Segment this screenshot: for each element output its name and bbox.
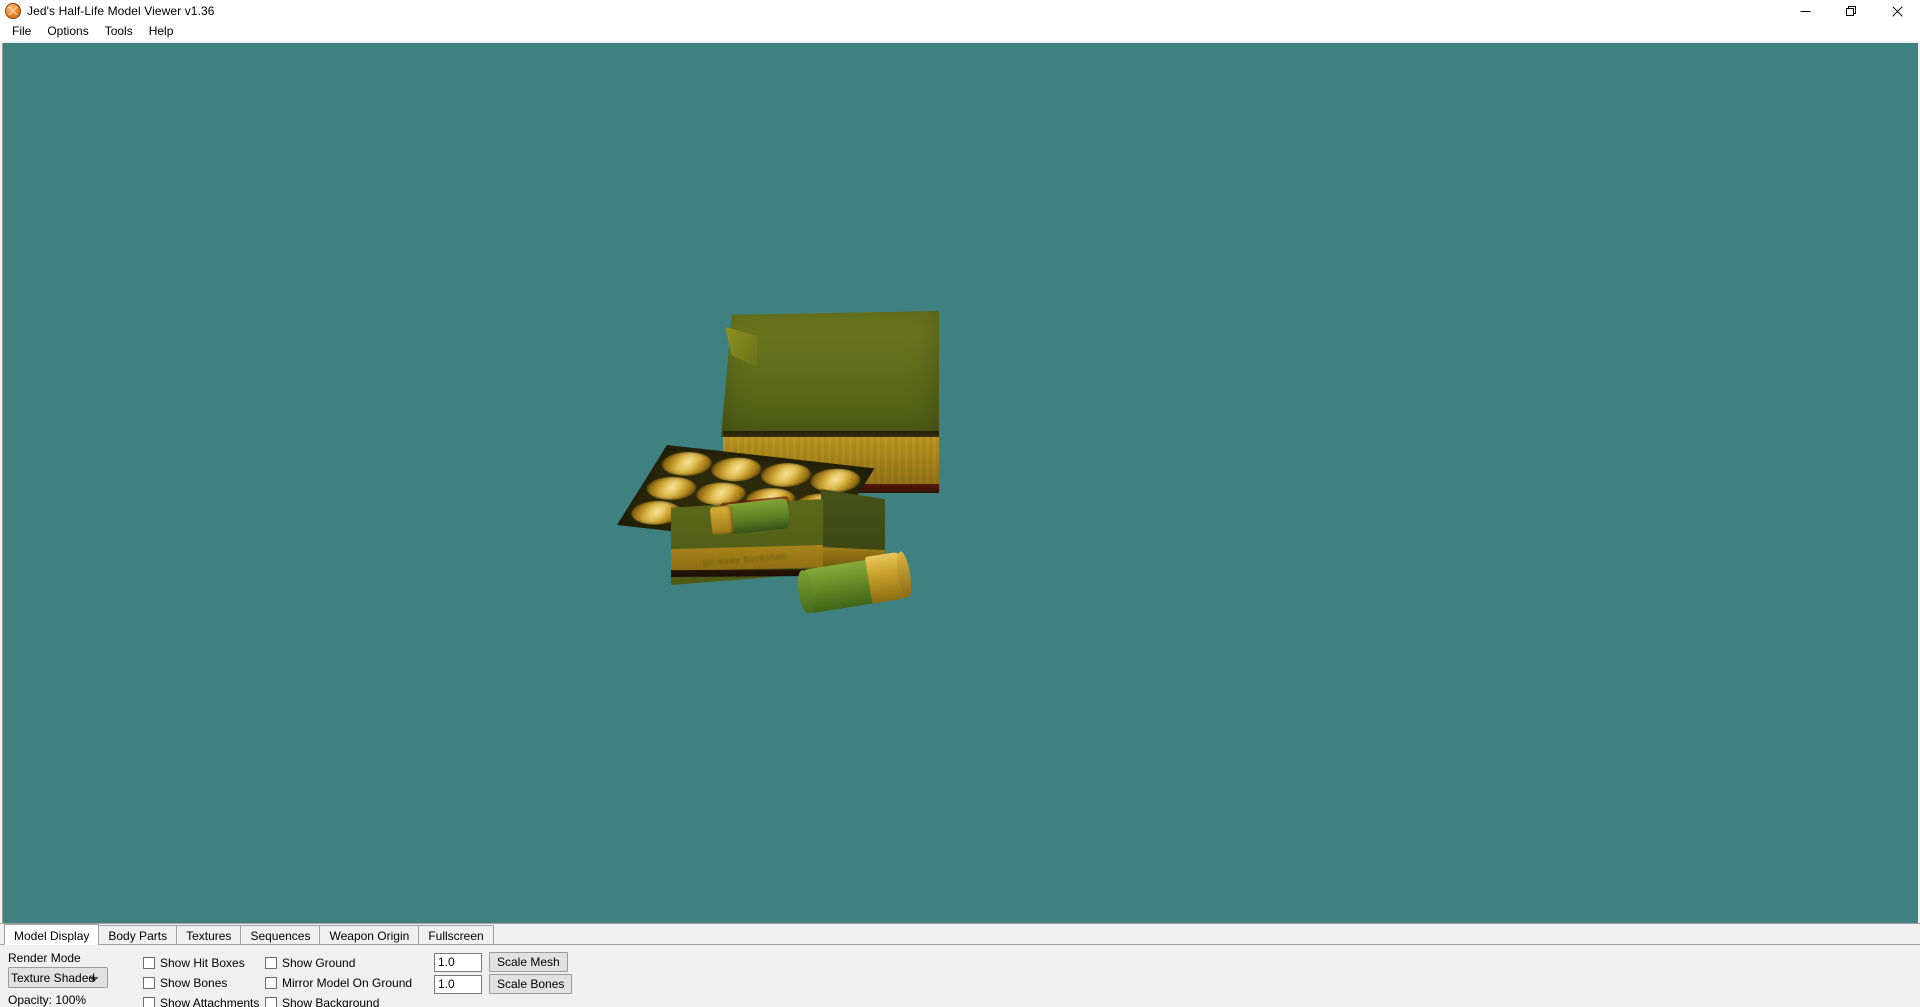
tab-fullscreen[interactable]: Fullscreen [418,925,494,945]
window-controls [1782,0,1920,22]
menu-item-options[interactable]: Options [39,22,96,41]
shell-cap [754,460,817,489]
scale-mesh-button[interactable]: Scale Mesh [489,952,568,972]
scale-mesh-row: Scale Mesh [434,952,572,972]
scale-bones-input[interactable] [434,974,482,994]
checkbox-mirror-model-on-ground[interactable] [265,977,277,989]
checkbox-row-show-bones[interactable]: Show Bones [143,973,259,993]
tab-body-parts[interactable]: Body Parts [98,925,178,945]
checkbox-show-ground[interactable] [265,957,277,969]
minimize-icon[interactable] [1782,0,1828,22]
maximize-restore-icon[interactable] [1828,0,1874,22]
app-icon [5,3,21,19]
tab-sequences[interactable]: Sequences [240,925,321,945]
viewport-container: go away buckshell [0,41,1920,923]
close-icon[interactable] [1874,0,1920,22]
label-mirror-model-on-ground: Mirror Model On Ground [282,976,413,990]
render-mode-group: Render Mode Texture Shaded Wireframe Fla… [8,951,116,1007]
scale-controls-group: Scale Mesh Scale Bones [434,952,573,996]
label-show-bones: Show Bones [160,976,228,990]
model-viewport[interactable]: go away buckshell [2,43,1918,923]
menu-item-tools[interactable]: Tools [97,22,141,41]
tab-textures[interactable]: Textures [176,925,242,945]
window-title: Jed's Half-Life Model Viewer v1.36 [27,4,215,18]
tab-strip: Model Display Body Parts Textures Sequen… [0,924,1920,945]
menu-item-file[interactable]: File [4,22,39,41]
checkbox-show-hit-boxes[interactable] [143,957,155,969]
checkbox-show-background[interactable] [265,997,277,1007]
shell-cap [640,474,703,503]
label-show-background: Show Background [282,996,380,1007]
tab-weapon-origin[interactable]: Weapon Origin [319,925,420,945]
checkbox-row-show-attachments[interactable]: Show Attachments [143,993,259,1007]
scale-mesh-input[interactable] [434,952,482,972]
shell-cap [655,449,718,478]
checkbox-row-show-hit-boxes[interactable]: Show Hit Boxes [143,953,259,973]
title-bar: Jed's Half-Life Model Viewer v1.36 [0,0,1920,22]
label-show-hit-boxes: Show Hit Boxes [160,956,245,970]
checkbox-column-1: Show Hit Boxes Show Bones Show Attachmen… [143,953,259,1007]
scale-bones-button[interactable]: Scale Bones [489,974,573,994]
label-show-attachments: Show Attachments [160,996,260,1007]
tab-content-model-display: Render Mode Texture Shaded Wireframe Fla… [0,945,1920,1007]
render-mode-label: Render Mode [8,951,81,965]
checkbox-column-2: Show Ground Mirror Model On Ground Show … [265,953,412,1007]
checkbox-row-show-ground[interactable]: Show Ground [265,953,412,973]
label-show-ground: Show Ground [282,956,356,970]
render-mode-select[interactable]: Texture Shaded Wireframe Flat Shaded Smo… [8,967,108,988]
tab-model-display[interactable]: Model Display [4,924,100,945]
checkbox-row-show-background[interactable]: Show Background [265,993,412,1007]
opacity-label: Opacity: 100% [8,993,87,1007]
scale-bones-row: Scale Bones [434,974,573,994]
checkbox-show-bones[interactable] [143,977,155,989]
checkbox-row-mirror-model-on-ground[interactable]: Mirror Model On Ground [265,973,412,993]
shell-cap [804,466,867,495]
box-lid-panel [721,311,939,437]
shell-cap [705,455,768,484]
checkbox-show-attachments[interactable] [143,997,155,1007]
bottom-panel: Model Display Body Parts Textures Sequen… [0,923,1920,1007]
app-window: Jed's Half-Life Model Viewer v1.36 File [0,0,1920,1007]
menu-item-help[interactable]: Help [141,22,182,41]
model-shotgun-shell-box: go away buckshell [617,253,983,653]
menu-bar: File Options Tools Help [0,22,1920,41]
